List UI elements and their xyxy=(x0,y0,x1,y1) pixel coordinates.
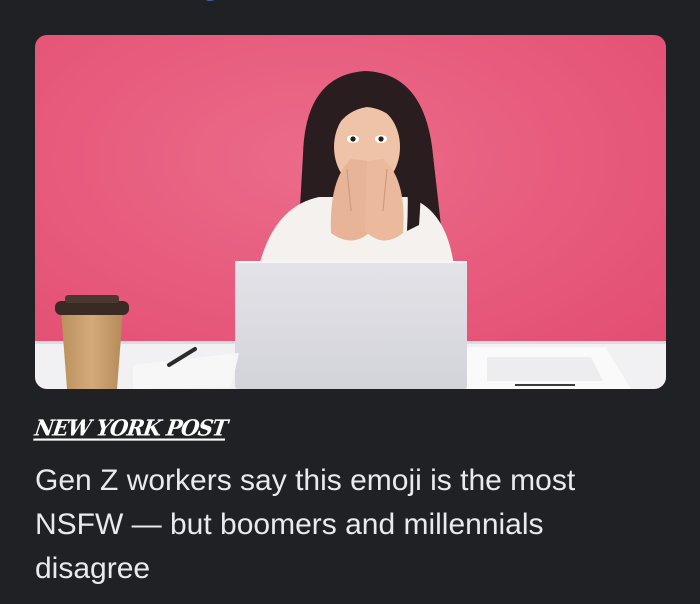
article-image xyxy=(35,35,666,389)
article-card[interactable]: NEW YORK POST Gen Z workers say this emo… xyxy=(0,0,700,604)
article-headline[interactable]: Gen Z workers say this emoji is the most… xyxy=(35,459,665,591)
publisher[interactable]: NEW YORK POST xyxy=(33,413,229,441)
publisher-logo: NEW YORK POST xyxy=(33,413,229,441)
article-thumbnail[interactable] xyxy=(35,35,666,389)
previous-card-edge-icon xyxy=(205,0,215,1)
